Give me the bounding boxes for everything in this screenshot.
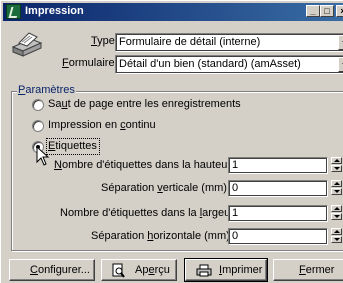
radio-impression-continu[interactable] <box>32 120 44 132</box>
nb-hauteur-input[interactable]: 1 <box>228 157 328 174</box>
radio-saut-de-page-label[interactable]: Saut de page entre les enregistrements <box>48 98 241 110</box>
printer-small-icon <box>196 264 212 277</box>
sep-horizontale-label: Séparation horizontale (mm) : <box>91 230 236 242</box>
preview-icon <box>112 263 125 278</box>
close-button[interactable]: × <box>336 5 343 17</box>
app-icon <box>6 4 21 19</box>
sep-verticale-spin-down-icon[interactable] <box>331 188 342 195</box>
configurer-button[interactable]: Configurer... <box>9 259 95 281</box>
chevron-down-icon[interactable] <box>338 35 343 50</box>
sep-verticale-value: 0 <box>232 182 239 194</box>
imprimer-button[interactable]: Imprimer <box>184 258 268 282</box>
nb-hauteur-spin-up-icon[interactable] <box>331 157 342 164</box>
title-bar[interactable]: Impression _ □ × <box>3 3 343 21</box>
formulaire-select-value: Détail d'un bien (standard) (amAsset) <box>119 58 301 70</box>
radio-impression-continu-label[interactable]: Impression en continu <box>48 119 156 131</box>
formulaire-select[interactable]: Détail d'un bien (standard) (amAsset) <box>115 55 343 74</box>
chevron-down-icon[interactable] <box>338 57 343 72</box>
nb-hauteur-spin-down-icon[interactable] <box>331 165 342 172</box>
formulaire-label: Formulaire : <box>62 57 121 69</box>
maximize-button[interactable]: □ <box>320 5 334 17</box>
window-title: Impression <box>25 5 84 17</box>
sep-verticale-input[interactable]: 0 <box>228 180 328 197</box>
minimize-button[interactable]: _ <box>306 5 320 17</box>
apercu-button-label: Aperçu <box>135 264 170 276</box>
nb-largeur-spin-up-icon[interactable] <box>331 205 342 212</box>
nb-largeur-label: Nombre d'étiquettes dans la largeur : <box>60 207 241 219</box>
radio-saut-de-page[interactable] <box>32 99 44 111</box>
imprimer-button-label: Imprimer <box>219 264 263 276</box>
type-select-value: Formulaire de détail (interne) <box>119 36 261 48</box>
nb-largeur-input[interactable]: 1 <box>228 205 328 222</box>
sep-horizontale-input[interactable]: 0 <box>228 228 328 245</box>
sep-verticale-spin-up-icon[interactable] <box>331 180 342 187</box>
radio-etiquettes-label[interactable]: Etiquettes <box>48 140 97 152</box>
print-dialog: Impression _ □ × Type : Formulaire de dé… <box>0 0 343 283</box>
sep-horizontale-spin-down-icon[interactable] <box>331 236 342 243</box>
nb-hauteur-label: Nombre d'étiquettes dans la hauteur : <box>54 159 238 171</box>
nb-largeur-value: 1 <box>232 207 239 219</box>
configurer-button-label: Configurer... <box>30 264 90 276</box>
fermer-button[interactable]: Fermer <box>273 259 343 281</box>
sep-horizontale-spin-up-icon[interactable] <box>331 228 342 235</box>
type-select[interactable]: Formulaire de détail (interne) <box>115 33 343 52</box>
mouse-pointer-icon <box>36 146 50 166</box>
nb-largeur-spin-down-icon[interactable] <box>331 213 342 220</box>
parametres-title: Paramètres <box>17 84 76 96</box>
printer-icon <box>11 32 43 57</box>
sep-horizontale-value: 0 <box>232 230 239 242</box>
sep-verticale-label: Séparation verticale (mm) : <box>101 182 234 194</box>
apercu-button[interactable]: Aperçu <box>101 259 177 281</box>
nb-hauteur-value: 1 <box>232 159 239 171</box>
fermer-button-label: Fermer <box>299 264 335 276</box>
